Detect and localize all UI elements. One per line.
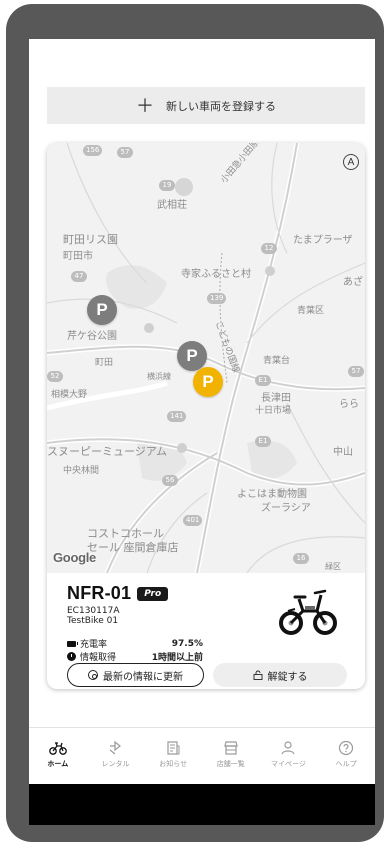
updated-label: 情報取得 [80,653,117,663]
route-badge: 139 [207,293,227,304]
nav-label: ヘルプ [335,760,357,768]
nav-rental[interactable]: レンタル [87,740,143,769]
register-vehicle-button[interactable]: ＋ 新しい車両を登録する [47,87,365,124]
map-label: 町田リス園 [63,233,118,246]
nav-news[interactable]: お知らせ [145,740,201,769]
map-label: ズーラシア [261,503,311,514]
bike-card: 156 19 57 12 47 139 52 57 E1 E1 141 401 … [47,143,365,689]
map-label: セール 座間倉庫店 [87,541,179,554]
updated-row: 情報取得 1時間以上前 [67,650,203,663]
nav-label: マイページ [271,760,306,768]
person-icon [281,741,296,755]
nav-home[interactable]: ホーム [30,740,86,769]
register-vehicle-label: 新しい車両を登録する [166,100,276,113]
app-screen: ＋ 新しい車両を登録する 156 19 57 12 47 139 52 57 E… [29,39,375,825]
nav-label: レンタル [101,760,130,768]
news-icon [167,741,180,755]
refresh-info-button[interactable]: 最新の情報に更新 [67,663,204,687]
unlock-button[interactable]: 解錠する [213,663,347,687]
map-label: らら [339,399,359,410]
map-label: 青葉区 [297,306,325,316]
unlock-label: 解錠する [267,671,308,683]
swap-icon [110,740,122,755]
map-label: 青葉台 [263,356,291,366]
route-badge: 57 [348,366,364,377]
nav-label: 店舗一覧 [216,760,245,768]
lock-icon [253,670,262,680]
route-badge: 56 [162,475,178,486]
battery-row: 充電率 97.5% [67,637,203,650]
route-badge: E1 [255,436,271,447]
route-badge: 47 [71,271,87,282]
map-label: 寺家ふるさと村 [181,269,251,280]
compass-button[interactable]: A [343,154,359,170]
map-label: あざ [343,277,363,288]
bike-image [279,589,337,635]
map-label: 町田 [95,358,114,368]
bike-info: NFR-01 Pro EC130117A TestBike 01 充電率 97.… [47,573,365,689]
map-label: 武相荘 [157,200,187,211]
bike-name-row: NFR-01 Pro [67,583,169,604]
store-icon [224,741,238,755]
map-label: たまプラーザ [293,235,353,246]
map-label: 相模大野 [51,390,88,400]
bike-location-marker[interactable]: P [193,367,223,397]
google-logo: Google [53,550,96,565]
route-badge: 401 [183,515,203,526]
map-label: 横浜線 [147,372,171,381]
pro-badge: Pro [137,586,169,601]
battery-label: 充電率 [80,640,108,650]
route-badge: 16 [293,553,309,564]
map-label: 十日市場 [255,406,292,416]
map-label: 長津田 [261,393,291,404]
bottom-nav: ホーム レンタル お知らせ 店舗一覧 マイページ ヘルプ [29,727,375,783]
bike-nickname: TestBike 01 [67,616,119,626]
refresh-info-label: 最新の情報に更新 [103,671,183,683]
parking-marker[interactable]: P [87,295,117,325]
map[interactable]: 156 19 57 12 47 139 52 57 E1 E1 141 401 … [47,143,365,573]
plus-icon: ＋ [136,95,154,116]
clock-icon [67,652,76,661]
refresh-icon [88,670,98,680]
map-label: 中央林間 [63,466,100,476]
parking-marker[interactable]: P [177,341,207,371]
map-label: よこはま動物園 [237,489,307,500]
battery-icon [67,640,78,647]
route-badge: 141 [167,411,187,422]
map-label: 芹ケ谷公園 [67,331,117,342]
map-label: 中山 [333,447,353,458]
phone-frame: ＋ 新しい車両を登録する 156 19 57 12 47 139 52 57 E… [6,4,384,842]
map-label: 緑区 [325,562,341,571]
route-badge: 12 [261,243,277,254]
nav-label: ホーム [47,760,69,768]
nav-label: お知らせ [159,760,188,768]
nav-help[interactable]: ヘルプ [318,740,374,769]
bike-serial: EC130117A [67,606,120,616]
bike-model-name: NFR-01 [67,583,132,603]
route-badge: E1 [255,375,271,386]
nav-stores[interactable]: 店舗一覧 [203,740,259,769]
route-badge: 52 [47,371,63,382]
updated-value: 1時間以上前 [151,653,203,663]
help-icon [339,740,354,756]
map-label: 町田市 [63,251,93,262]
system-bar [29,784,375,825]
route-badge: 19 [159,180,175,191]
nav-mypage[interactable]: マイページ [260,740,316,769]
bicycle-icon [48,742,67,755]
battery-value: 97.5% [171,638,203,649]
map-label: スヌーピーミュージアム [47,445,168,458]
route-badge: 156 [83,145,103,156]
route-badge: 57 [117,147,133,158]
